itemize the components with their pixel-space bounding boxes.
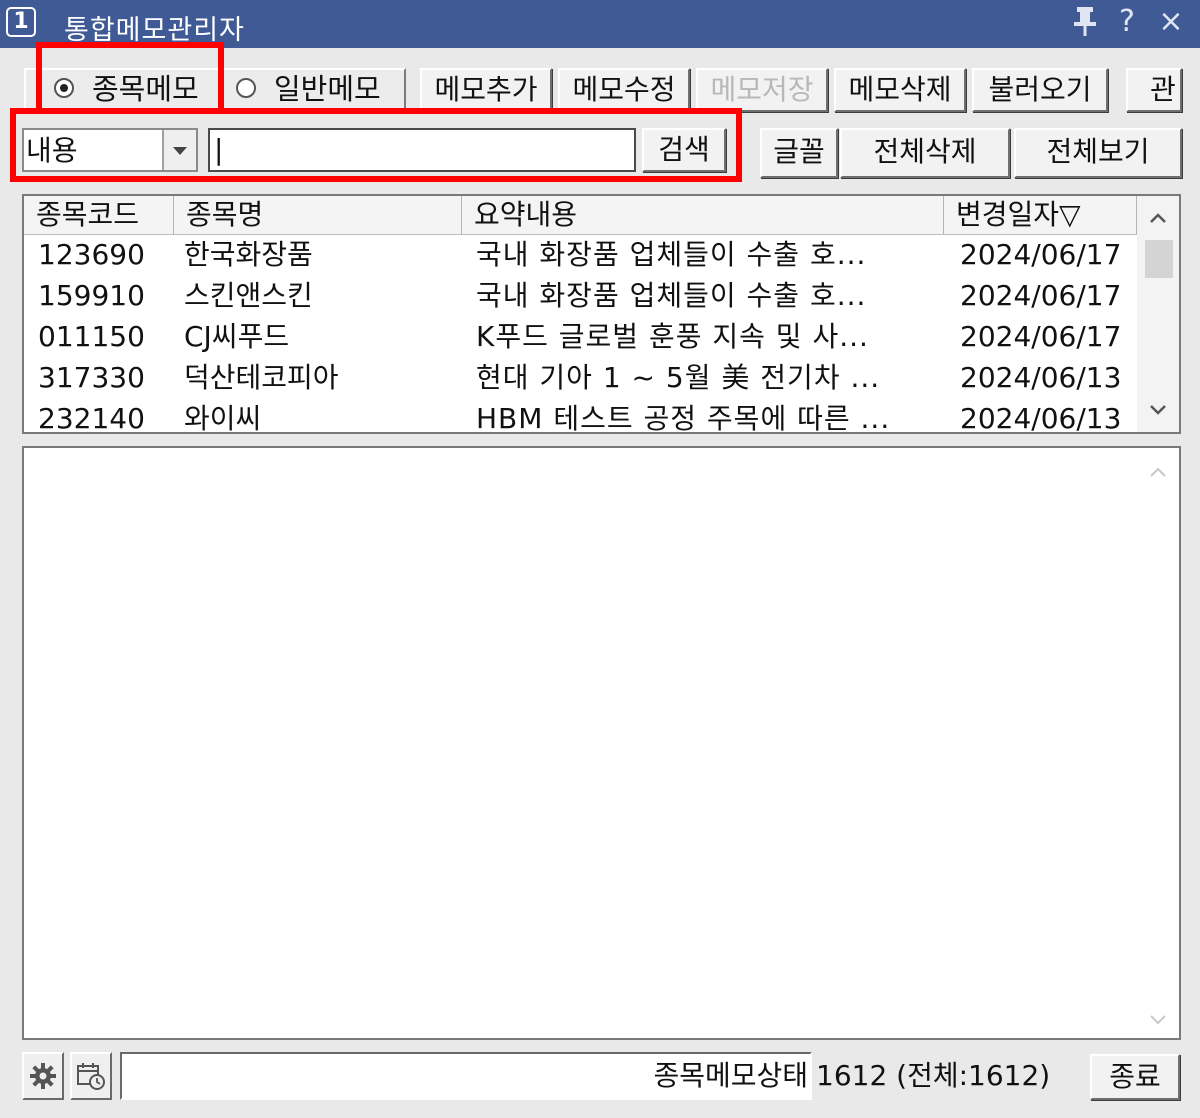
table-row[interactable]: 011150 CJ씨푸드 K푸드 글로벌 훈풍 지속 및 사... 2024/0… xyxy=(24,316,1137,357)
table-scrollbar[interactable] xyxy=(1137,196,1179,432)
cell-name: 덕산테코피아 xyxy=(184,361,339,394)
edit-memo-button[interactable]: 메모수정 xyxy=(558,68,690,112)
column-header-name[interactable]: 종목명 xyxy=(174,196,462,234)
cell-code: 232140 xyxy=(38,402,145,434)
status-count: 1612 (전체:1612) xyxy=(816,1059,1051,1092)
manage-button[interactable]: 관 xyxy=(1126,68,1182,112)
scroll-thumb[interactable] xyxy=(1145,240,1173,278)
radio-general-memo-label: 일반메모 xyxy=(274,72,381,106)
gear-icon[interactable] xyxy=(22,1052,64,1100)
font-button[interactable]: 글꼴 xyxy=(760,128,838,178)
memo-scrollbar[interactable] xyxy=(1137,448,1179,1038)
cell-name: 한국화장품 xyxy=(184,238,313,271)
exit-button[interactable]: 종료 xyxy=(1090,1054,1180,1100)
cell-date: 2024/06/17 xyxy=(960,320,1122,353)
table-row[interactable]: 317330 덕산테코피아 현대 기아 1 ~ 5월 美 전기차 ... 202… xyxy=(24,357,1137,398)
memo-content-area[interactable] xyxy=(22,446,1181,1040)
cell-date: 2024/06/17 xyxy=(960,279,1122,312)
status-label: 종목메모상태 xyxy=(653,1059,808,1092)
column-header-date[interactable]: 변경일자▽ xyxy=(944,196,1137,234)
cell-date: 2024/06/13 xyxy=(960,361,1122,394)
column-header-summary[interactable]: 요약내용 xyxy=(462,196,944,234)
view-all-button[interactable]: 전체보기 xyxy=(1014,128,1182,178)
memo-list-table[interactable]: 종목코드 종목명 요약내용 변경일자▽ 123690 한국화장품 국내 화장품 … xyxy=(22,194,1181,434)
table-row[interactable]: 159910 스킨앤스킨 국내 화장품 업체들이 수출 호... 2024/06… xyxy=(24,275,1137,316)
radio-general-memo[interactable]: 일반메모 xyxy=(222,68,406,110)
scroll-up-icon[interactable] xyxy=(1137,454,1179,490)
cell-code: 317330 xyxy=(38,361,145,394)
cell-summary: HBM 테스트 공정 주목에 따른 ... xyxy=(476,402,891,434)
status-field: 종목메모상태 xyxy=(120,1052,812,1100)
add-memo-button[interactable]: 메모추가 xyxy=(420,68,552,112)
table-row[interactable]: 123690 한국화장품 국내 화장품 업체들이 수출 호... 2024/06… xyxy=(24,234,1137,275)
cell-code: 123690 xyxy=(38,238,145,271)
save-memo-button[interactable]: 메모저장 xyxy=(696,68,828,112)
close-icon[interactable]: × xyxy=(1154,4,1188,40)
radio-unselected-icon xyxy=(236,78,256,98)
cell-date: 2024/06/17 xyxy=(960,238,1122,271)
cell-name: 와이씨 xyxy=(184,402,262,434)
cell-summary: K푸드 글로벌 훈풍 지속 및 사... xyxy=(476,320,869,353)
cell-name: 스킨앤스킨 xyxy=(184,279,313,312)
cell-code: 159910 xyxy=(38,279,145,312)
scroll-down-icon[interactable] xyxy=(1137,1002,1179,1038)
title-bar: 1 통합메모관리자 ? × xyxy=(0,0,1200,48)
calendar-clock-icon[interactable] xyxy=(70,1052,112,1100)
scroll-down-icon[interactable] xyxy=(1137,392,1179,428)
scroll-up-icon[interactable] xyxy=(1137,200,1179,236)
help-button[interactable]: ? xyxy=(1110,4,1144,40)
highlight-box-radio xyxy=(36,42,224,114)
cell-date: 2024/06/13 xyxy=(960,402,1122,434)
load-button[interactable]: 불러오기 xyxy=(972,68,1108,112)
table-row[interactable]: 232140 와이씨 HBM 테스트 공정 주목에 따른 ... 2024/06… xyxy=(24,398,1137,434)
cell-code: 011150 xyxy=(38,320,145,353)
cell-summary: 현대 기아 1 ~ 5월 美 전기차 ... xyxy=(476,361,881,394)
delete-all-button[interactable]: 전체삭제 xyxy=(840,128,1010,178)
cell-summary: 국내 화장품 업체들이 수출 호... xyxy=(476,238,867,271)
highlight-box-search xyxy=(10,108,742,182)
delete-memo-button[interactable]: 메모삭제 xyxy=(834,68,966,112)
pin-icon[interactable] xyxy=(1068,4,1102,47)
cell-name: CJ씨푸드 xyxy=(184,320,290,353)
window-number-badge: 1 xyxy=(6,7,36,37)
column-header-code[interactable]: 종목코드 xyxy=(24,196,174,234)
table-header: 종목코드 종목명 요약내용 변경일자▽ xyxy=(24,196,1137,235)
cell-summary: 국내 화장품 업체들이 수출 호... xyxy=(476,279,867,312)
